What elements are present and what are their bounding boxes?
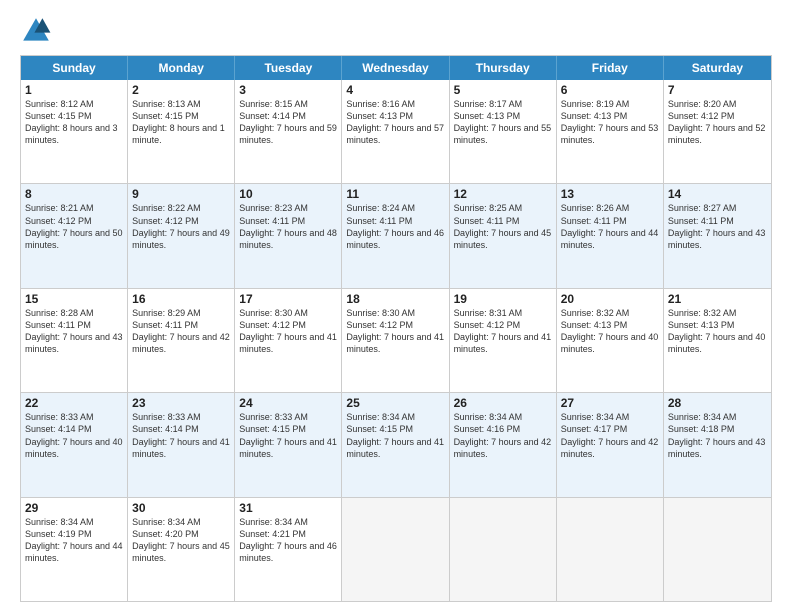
day-cell-1: 1Sunrise: 8:12 AMSunset: 4:15 PMDaylight… bbox=[21, 80, 128, 183]
day-header-tuesday: Tuesday bbox=[235, 56, 342, 80]
day-cell-16: 16Sunrise: 8:29 AMSunset: 4:11 PMDayligh… bbox=[128, 289, 235, 392]
page: SundayMondayTuesdayWednesdayThursdayFrid… bbox=[0, 0, 792, 612]
day-cell-8: 8Sunrise: 8:21 AMSunset: 4:12 PMDaylight… bbox=[21, 184, 128, 287]
day-cell-29: 29Sunrise: 8:34 AMSunset: 4:19 PMDayligh… bbox=[21, 498, 128, 601]
logo bbox=[20, 15, 56, 47]
calendar-week-1: 1Sunrise: 8:12 AMSunset: 4:15 PMDaylight… bbox=[21, 80, 771, 184]
day-cell-19: 19Sunrise: 8:31 AMSunset: 4:12 PMDayligh… bbox=[450, 289, 557, 392]
day-cell-5: 5Sunrise: 8:17 AMSunset: 4:13 PMDaylight… bbox=[450, 80, 557, 183]
day-cell-3: 3Sunrise: 8:15 AMSunset: 4:14 PMDaylight… bbox=[235, 80, 342, 183]
calendar-body: 1Sunrise: 8:12 AMSunset: 4:15 PMDaylight… bbox=[21, 80, 771, 601]
day-cell-9: 9Sunrise: 8:22 AMSunset: 4:12 PMDaylight… bbox=[128, 184, 235, 287]
day-cell-13: 13Sunrise: 8:26 AMSunset: 4:11 PMDayligh… bbox=[557, 184, 664, 287]
day-cell-17: 17Sunrise: 8:30 AMSunset: 4:12 PMDayligh… bbox=[235, 289, 342, 392]
day-cell-4: 4Sunrise: 8:16 AMSunset: 4:13 PMDaylight… bbox=[342, 80, 449, 183]
day-cell-20: 20Sunrise: 8:32 AMSunset: 4:13 PMDayligh… bbox=[557, 289, 664, 392]
day-cell-25: 25Sunrise: 8:34 AMSunset: 4:15 PMDayligh… bbox=[342, 393, 449, 496]
day-cell-11: 11Sunrise: 8:24 AMSunset: 4:11 PMDayligh… bbox=[342, 184, 449, 287]
calendar: SundayMondayTuesdayWednesdayThursdayFrid… bbox=[20, 55, 772, 602]
day-cell-7: 7Sunrise: 8:20 AMSunset: 4:12 PMDaylight… bbox=[664, 80, 771, 183]
empty-cell bbox=[557, 498, 664, 601]
day-header-sunday: Sunday bbox=[21, 56, 128, 80]
day-cell-21: 21Sunrise: 8:32 AMSunset: 4:13 PMDayligh… bbox=[664, 289, 771, 392]
calendar-week-5: 29Sunrise: 8:34 AMSunset: 4:19 PMDayligh… bbox=[21, 498, 771, 601]
day-cell-28: 28Sunrise: 8:34 AMSunset: 4:18 PMDayligh… bbox=[664, 393, 771, 496]
calendar-week-2: 8Sunrise: 8:21 AMSunset: 4:12 PMDaylight… bbox=[21, 184, 771, 288]
day-cell-2: 2Sunrise: 8:13 AMSunset: 4:15 PMDaylight… bbox=[128, 80, 235, 183]
day-cell-15: 15Sunrise: 8:28 AMSunset: 4:11 PMDayligh… bbox=[21, 289, 128, 392]
day-header-friday: Friday bbox=[557, 56, 664, 80]
empty-cell bbox=[342, 498, 449, 601]
calendar-header: SundayMondayTuesdayWednesdayThursdayFrid… bbox=[21, 56, 771, 80]
day-cell-14: 14Sunrise: 8:27 AMSunset: 4:11 PMDayligh… bbox=[664, 184, 771, 287]
day-header-saturday: Saturday bbox=[664, 56, 771, 80]
empty-cell bbox=[450, 498, 557, 601]
day-cell-24: 24Sunrise: 8:33 AMSunset: 4:15 PMDayligh… bbox=[235, 393, 342, 496]
day-cell-6: 6Sunrise: 8:19 AMSunset: 4:13 PMDaylight… bbox=[557, 80, 664, 183]
logo-icon bbox=[20, 15, 52, 47]
empty-cell bbox=[664, 498, 771, 601]
day-cell-26: 26Sunrise: 8:34 AMSunset: 4:16 PMDayligh… bbox=[450, 393, 557, 496]
day-cell-31: 31Sunrise: 8:34 AMSunset: 4:21 PMDayligh… bbox=[235, 498, 342, 601]
day-cell-22: 22Sunrise: 8:33 AMSunset: 4:14 PMDayligh… bbox=[21, 393, 128, 496]
day-cell-10: 10Sunrise: 8:23 AMSunset: 4:11 PMDayligh… bbox=[235, 184, 342, 287]
day-header-wednesday: Wednesday bbox=[342, 56, 449, 80]
day-header-monday: Monday bbox=[128, 56, 235, 80]
calendar-week-4: 22Sunrise: 8:33 AMSunset: 4:14 PMDayligh… bbox=[21, 393, 771, 497]
day-cell-18: 18Sunrise: 8:30 AMSunset: 4:12 PMDayligh… bbox=[342, 289, 449, 392]
day-cell-30: 30Sunrise: 8:34 AMSunset: 4:20 PMDayligh… bbox=[128, 498, 235, 601]
day-cell-23: 23Sunrise: 8:33 AMSunset: 4:14 PMDayligh… bbox=[128, 393, 235, 496]
day-cell-12: 12Sunrise: 8:25 AMSunset: 4:11 PMDayligh… bbox=[450, 184, 557, 287]
header bbox=[20, 15, 772, 47]
day-cell-27: 27Sunrise: 8:34 AMSunset: 4:17 PMDayligh… bbox=[557, 393, 664, 496]
calendar-week-3: 15Sunrise: 8:28 AMSunset: 4:11 PMDayligh… bbox=[21, 289, 771, 393]
day-header-thursday: Thursday bbox=[450, 56, 557, 80]
